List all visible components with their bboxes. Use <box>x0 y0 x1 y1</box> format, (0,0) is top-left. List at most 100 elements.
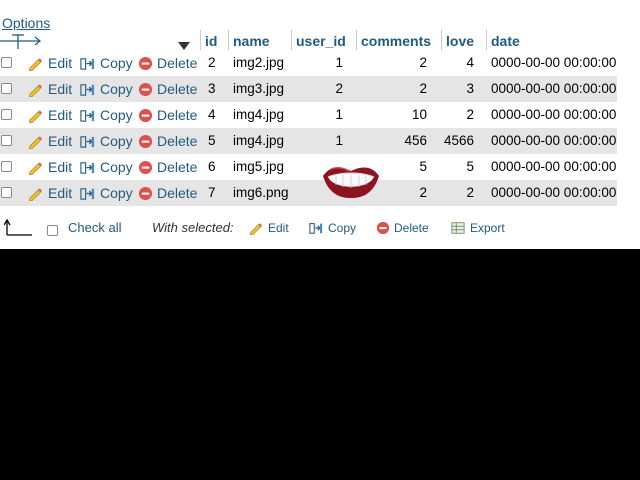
copy-icon <box>80 136 95 148</box>
cell-id: 3 <box>208 81 216 96</box>
bulk-export-button[interactable]: Export <box>450 214 505 242</box>
cell-love: 4566 <box>443 133 474 148</box>
row-checkbox[interactable] <box>1 57 12 68</box>
cell-id: 4 <box>208 107 216 122</box>
column-header-id[interactable]: id <box>200 30 228 52</box>
edit-label: Edit <box>48 81 73 97</box>
bulk-delete-button[interactable]: Delete <box>376 214 429 242</box>
edit-label: Edit <box>48 55 73 71</box>
edit-button[interactable]: Edit <box>27 102 72 128</box>
delete-button[interactable]: Delete <box>138 128 197 154</box>
lips-sticker-image <box>321 163 381 204</box>
cell-date: 0000-00-00 00:00:00 <box>491 133 617 148</box>
bulk-copy-button[interactable]: Copy <box>308 214 356 242</box>
delete-icon <box>138 186 153 201</box>
pencil-icon <box>28 84 43 97</box>
cell-name: img3.jpg <box>233 81 285 96</box>
edit-button[interactable]: Edit <box>27 50 72 76</box>
column-header-user-id[interactable]: user_id <box>291 30 356 52</box>
copy-button[interactable]: Copy <box>79 50 133 76</box>
delete-label: Delete <box>157 185 198 201</box>
check-all-label[interactable]: Check all <box>68 214 121 242</box>
row-checkbox[interactable] <box>1 109 12 120</box>
cell-date: 0000-00-00 00:00:00 <box>491 55 617 70</box>
cell-date: 0000-00-00 00:00:00 <box>491 81 617 96</box>
cell-comments: 456 <box>404 133 427 148</box>
edit-label: Edit <box>48 107 73 123</box>
table-row: Edit Copy Delete 5 img4.jpg 1 456 4566 0000-00-0… <box>0 128 617 154</box>
delete-icon <box>138 134 153 149</box>
copy-button[interactable]: Copy <box>79 180 133 206</box>
delete-button[interactable]: Delete <box>138 180 197 206</box>
row-checkbox[interactable] <box>1 187 12 198</box>
edit-label: Edit <box>48 185 73 201</box>
copy-icon <box>80 58 95 70</box>
row-checkbox[interactable] <box>1 161 12 172</box>
bulk-export-label: Export <box>470 221 505 235</box>
table-footer: Check all With selected: Edit Copy Delet… <box>0 214 640 244</box>
delete-button[interactable]: Delete <box>138 76 197 102</box>
table-row: Edit Copy Delete 3 img3.jpg 2 2 3 0000-00-00 00:… <box>0 76 617 102</box>
check-all-checkbox[interactable] <box>47 225 58 236</box>
delete-button[interactable]: Delete <box>138 102 197 128</box>
cell-id: 6 <box>208 159 216 174</box>
cell-name: img5.jpg <box>233 159 285 174</box>
cell-name: img2.jpg <box>233 55 285 70</box>
pencil-icon <box>28 188 43 201</box>
export-icon <box>451 222 465 234</box>
copy-icon <box>80 84 95 96</box>
pencil-icon <box>28 136 43 149</box>
copy-label: Copy <box>100 107 133 123</box>
edit-button[interactable]: Edit <box>27 76 72 102</box>
column-header-name[interactable]: name <box>228 30 291 52</box>
cell-user-id: 2 <box>335 81 343 96</box>
copy-icon <box>80 188 95 200</box>
table-row: Edit Copy Delete 2 img2.jpg 1 2 4 0000-00-00 00:… <box>0 50 617 76</box>
cell-comments: 2 <box>419 81 427 96</box>
cell-love: 3 <box>466 81 474 96</box>
edit-button[interactable]: Edit <box>27 180 72 206</box>
copy-button[interactable]: Copy <box>79 154 133 180</box>
pencil-icon <box>28 58 43 71</box>
column-header-date[interactable]: date <box>486 30 617 52</box>
delete-icon <box>138 82 153 97</box>
copy-button[interactable]: Copy <box>79 128 133 154</box>
cell-date: 0000-00-00 00:00:00 <box>491 107 617 122</box>
cell-user-id: 1 <box>335 133 343 148</box>
column-header-comments[interactable]: comments <box>356 30 441 52</box>
cell-love: 2 <box>466 185 474 200</box>
delete-button[interactable]: Delete <box>138 50 197 76</box>
delete-icon <box>376 221 390 235</box>
cell-love: 4 <box>466 55 474 70</box>
copy-button[interactable]: Copy <box>79 76 133 102</box>
cell-user-id: 1 <box>335 55 343 70</box>
delete-icon <box>138 108 153 123</box>
copy-icon <box>80 110 95 122</box>
cell-name: img4.jpg <box>233 107 285 122</box>
cell-id: 2 <box>208 55 216 70</box>
row-checkbox[interactable] <box>1 135 12 146</box>
bulk-copy-label: Copy <box>328 221 357 235</box>
bulk-edit-button[interactable]: Edit <box>248 214 289 242</box>
delete-label: Delete <box>157 81 198 97</box>
with-selected-label: With selected: <box>152 220 234 235</box>
table-row: Edit Copy Delete 6 img5.jpg 5 5 0000-00-00 00:0… <box>0 154 617 180</box>
cell-comments: 10 <box>411 107 427 122</box>
edit-button[interactable]: Edit <box>27 154 72 180</box>
cell-comments: 2 <box>419 55 427 70</box>
delete-label: Delete <box>157 55 198 71</box>
edit-button[interactable]: Edit <box>27 128 72 154</box>
options-link[interactable]: Options <box>2 15 50 31</box>
edit-label: Edit <box>48 159 73 175</box>
copy-label: Copy <box>100 55 133 71</box>
column-header-love[interactable]: love <box>441 30 486 52</box>
pencil-icon <box>249 223 263 235</box>
cell-date: 0000-00-00 00:00:00 <box>491 185 617 200</box>
cell-name: img6.png <box>233 185 289 200</box>
delete-label: Delete <box>157 133 198 149</box>
copy-button[interactable]: Copy <box>79 102 133 128</box>
delete-button[interactable]: Delete <box>138 154 197 180</box>
copy-label: Copy <box>100 185 133 201</box>
table-row: Edit Copy Delete 4 img4.jpg 1 10 2 0000-00-00 00… <box>0 102 617 128</box>
row-checkbox[interactable] <box>1 83 12 94</box>
